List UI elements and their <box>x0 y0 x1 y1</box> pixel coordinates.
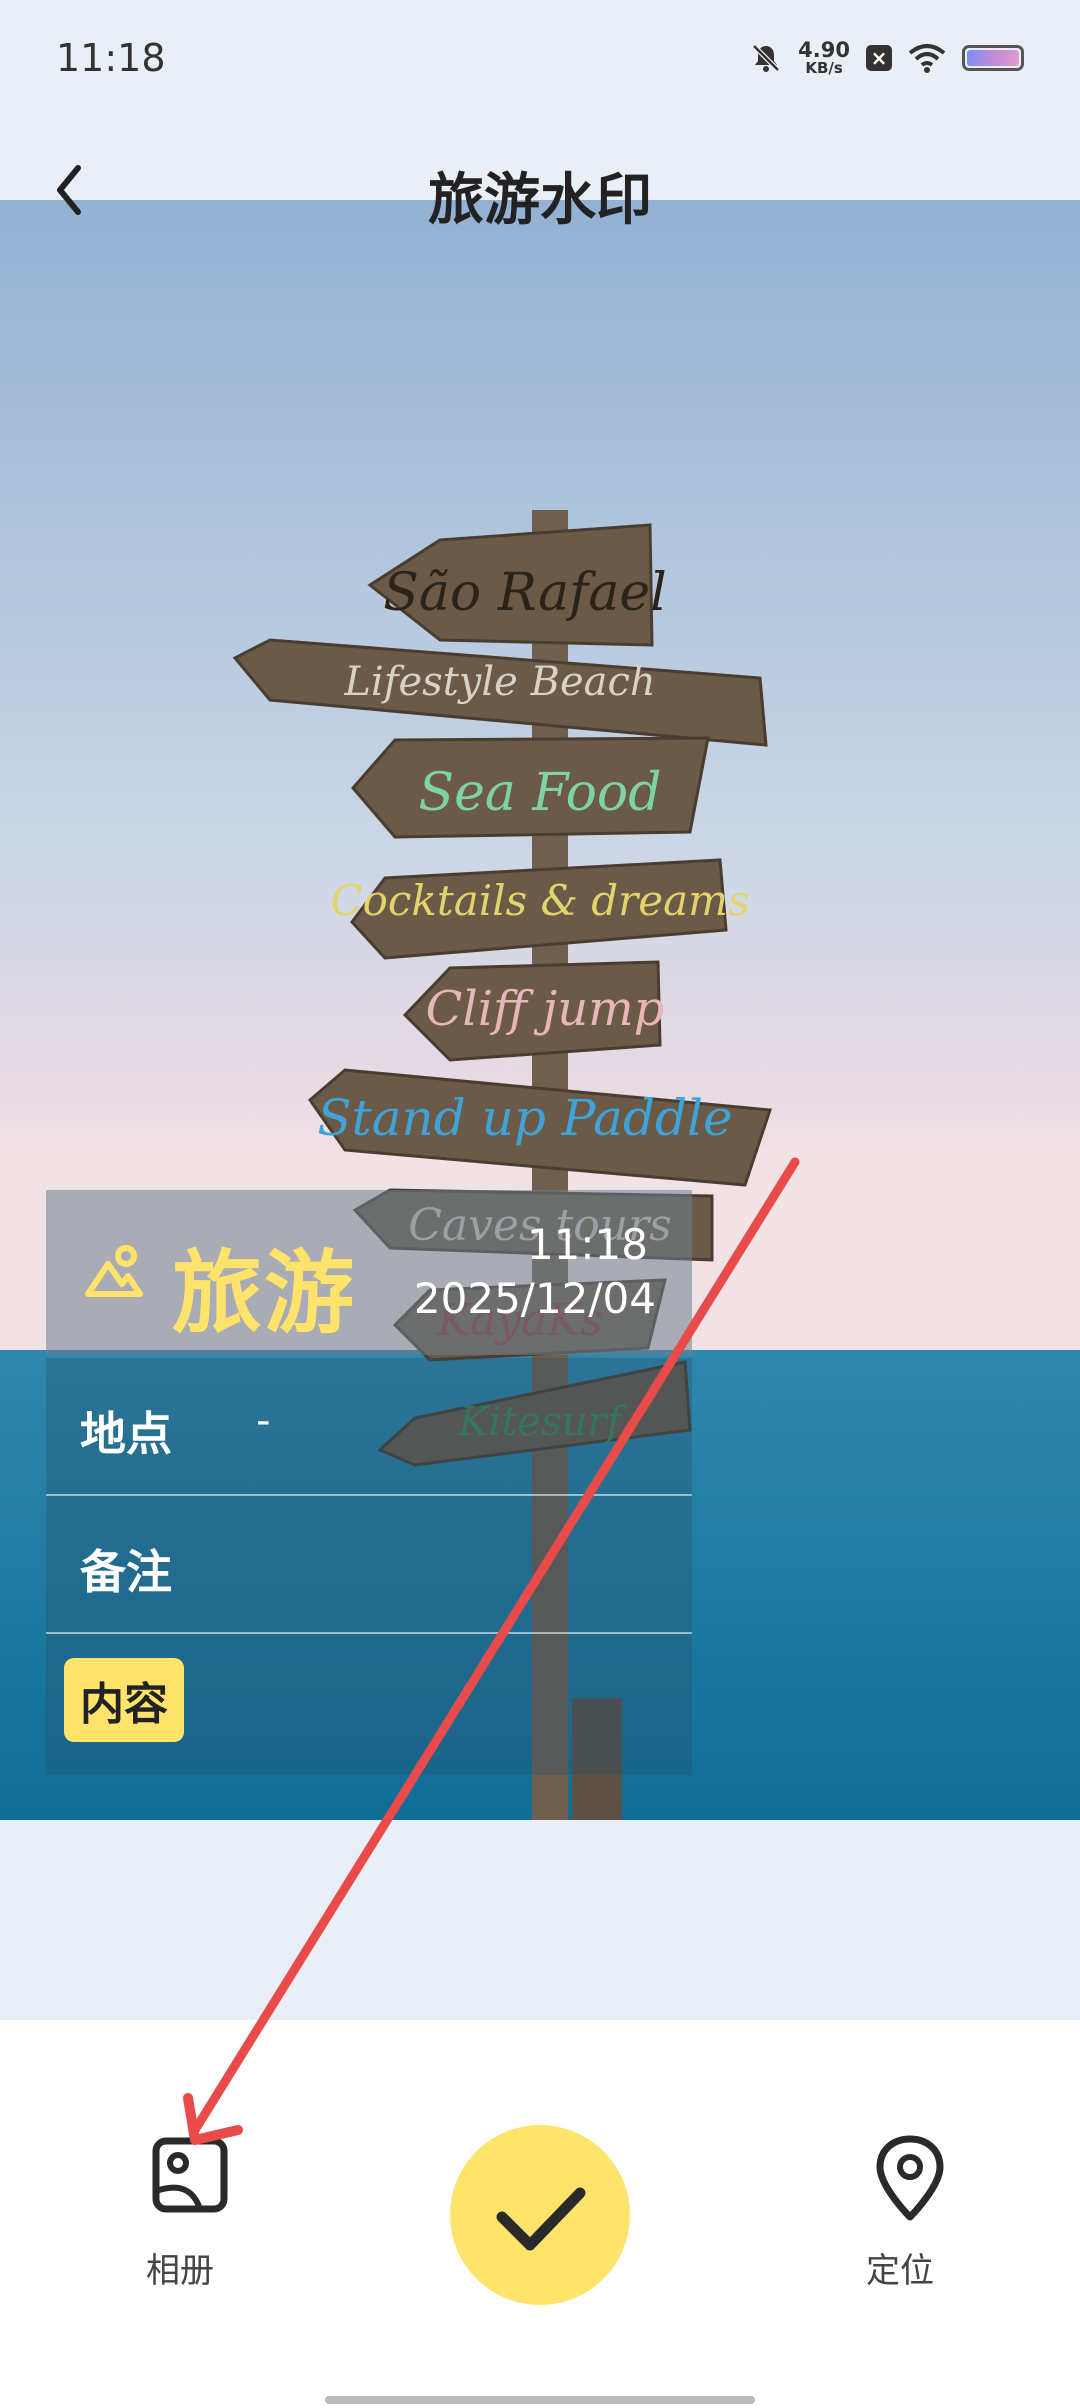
row-note[interactable]: 备注 <box>46 1496 692 1634</box>
watermark-date: 2025/12/04 <box>413 1274 656 1323</box>
row-location-label: 地点 <box>80 1407 172 1461</box>
mountain-sun-icon <box>85 1245 143 1297</box>
net-speed: 4.90 KB/s <box>798 40 850 76</box>
status-icons: 4.90 KB/s × <box>750 40 1024 76</box>
battery-icon <box>962 45 1024 71</box>
svg-text:Cliff jump: Cliff jump <box>426 981 665 1037</box>
watermark-card[interactable]: 旅游 11:18 2025/12/04 地点 - 备注 内容 <box>46 1190 692 1775</box>
watermark-header: 旅游 11:18 2025/12/04 <box>46 1190 692 1355</box>
location-pin-icon <box>876 2135 944 2221</box>
row-note-label: 备注 <box>80 1545 172 1599</box>
svg-text:Lifestyle Beach: Lifestyle Beach <box>343 659 655 705</box>
close-box-icon: × <box>866 45 892 71</box>
confirm-button[interactable] <box>450 2125 630 2305</box>
watermark-rows: 地点 - 备注 内容 <box>46 1358 692 1775</box>
row-location[interactable]: 地点 - <box>46 1358 692 1496</box>
row-location-value: - <box>256 1398 271 1444</box>
album-icon <box>152 2137 228 2213</box>
bell-muted-icon <box>752 44 780 72</box>
status-bar: 11:18 4.90 KB/s × <box>0 0 1080 130</box>
location-button[interactable]: 定位 <box>840 2135 960 2295</box>
net-speed-unit: KB/s <box>805 59 843 77</box>
svg-text:Sea Food: Sea Food <box>418 763 661 823</box>
wifi-icon <box>908 44 946 73</box>
album-label: 相册 <box>146 2251 214 2291</box>
home-indicator <box>325 2396 755 2404</box>
net-speed-value: 4.90 <box>798 38 850 62</box>
album-button[interactable]: 相册 <box>120 2135 240 2295</box>
watermark-brand: 旅游 <box>172 1241 356 1346</box>
page-title: 旅游水印 <box>428 168 652 233</box>
checkmark-icon <box>496 2187 586 2251</box>
watermark-time: 11:18 <box>526 1220 648 1269</box>
svg-text:Cocktails & dreams: Cocktails & dreams <box>330 876 749 925</box>
content-badge[interactable]: 内容 <box>64 1658 184 1742</box>
status-time: 11:18 <box>56 36 166 80</box>
svg-text:Stand up Paddle: Stand up Paddle <box>317 1089 732 1147</box>
sign-text: São Rafael <box>383 563 666 623</box>
location-label: 定位 <box>866 2251 934 2291</box>
